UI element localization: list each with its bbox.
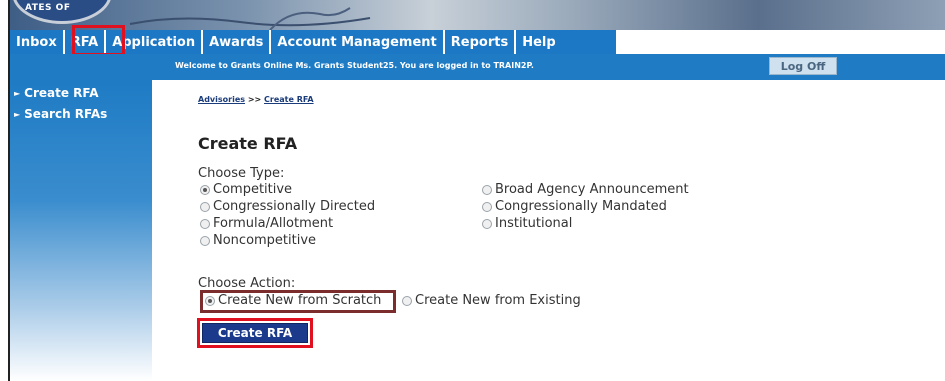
option-label: Formula/Allotment <box>213 216 334 231</box>
header-banner: ATES OF <box>10 0 945 30</box>
radio-button-icon[interactable] <box>200 218 210 229</box>
welcome-bar: Welcome to Grants Online Ms. Grants Stud… <box>10 54 945 80</box>
sidebar-item-label: Search RFAs <box>24 107 108 121</box>
tab-reports[interactable]: Reports <box>445 30 517 54</box>
type-option-formula-allotment[interactable]: Formula/Allotment <box>200 216 333 231</box>
agency-seal: ATES OF <box>12 0 112 24</box>
choose-action-label: Choose Action: <box>198 276 296 291</box>
tab-account-management[interactable]: Account Management <box>271 30 445 54</box>
radio-button-icon[interactable] <box>402 295 412 306</box>
tab-inbox[interactable]: Inbox <box>10 30 65 54</box>
sidebar-item-create-rfa[interactable]: ► Create RFA <box>14 86 99 100</box>
tab-awards[interactable]: Awards <box>203 30 272 54</box>
breadcrumb-current-link[interactable]: Create RFA <box>264 95 314 104</box>
option-label: Competitive <box>213 182 293 197</box>
type-option-broad-agency-announcement[interactable]: Broad Agency Announcement <box>482 182 689 197</box>
radio-button-icon[interactable] <box>205 295 215 306</box>
radio-button-icon[interactable] <box>482 218 492 229</box>
app-frame: ATES OF Inbox RFA Application Awards Acc… <box>8 0 945 381</box>
main-content: Advisories >> Create RFA Create RFA Choo… <box>152 80 945 381</box>
banner-graphic <box>129 7 371 30</box>
option-label: Noncompetitive <box>213 233 317 248</box>
log-off-button[interactable]: Log Off <box>769 57 837 75</box>
sidebar: ► Create RFA ► Search RFAs <box>10 80 152 381</box>
type-option-congressionally-mandated[interactable]: Congressionally Mandated <box>482 199 667 214</box>
type-option-institutional[interactable]: Institutional <box>482 216 572 231</box>
type-option-noncompetitive[interactable]: Noncompetitive <box>200 233 316 248</box>
main-nav: Inbox RFA Application Awards Account Man… <box>10 30 945 54</box>
choose-type-label: Choose Type: <box>198 166 285 181</box>
type-option-competitive[interactable]: Competitive <box>200 182 292 197</box>
option-label: Create New from Existing <box>415 293 581 308</box>
radio-button-icon[interactable] <box>200 201 210 212</box>
page-title: Create RFA <box>198 134 298 153</box>
action-option-new-from-existing[interactable]: Create New from Existing <box>402 293 581 308</box>
chevron-right-icon: ► <box>14 89 21 98</box>
breadcrumb: Advisories >> Create RFA <box>198 95 314 104</box>
create-rfa-button[interactable]: Create RFA <box>202 323 308 343</box>
sidebar-item-label: Create RFA <box>24 86 99 100</box>
welcome-message: Welcome to Grants Online Ms. Grants Stud… <box>175 61 534 70</box>
tab-help[interactable]: Help <box>516 30 561 54</box>
radio-button-icon[interactable] <box>200 235 210 246</box>
sidebar-item-search-rfas[interactable]: ► Search RFAs <box>14 107 107 121</box>
rfa-tab-highlight <box>72 25 125 56</box>
breadcrumb-separator: >> <box>247 95 262 104</box>
option-label: Broad Agency Announcement <box>495 182 689 197</box>
seal-text: ATES OF <box>25 3 71 13</box>
option-label: Congressionally Mandated <box>495 199 667 214</box>
chevron-right-icon: ► <box>14 110 21 119</box>
radio-button-icon[interactable] <box>200 184 210 195</box>
action-option-new-from-scratch[interactable]: Create New from Scratch <box>205 293 381 308</box>
breadcrumb-advisories-link[interactable]: Advisories <box>198 95 245 104</box>
radio-button-icon[interactable] <box>482 184 492 195</box>
type-option-congressionally-directed[interactable]: Congressionally Directed <box>200 199 375 214</box>
option-label: Institutional <box>495 216 573 231</box>
option-label: Congressionally Directed <box>213 199 376 214</box>
radio-button-icon[interactable] <box>482 201 492 212</box>
option-label: Create New from Scratch <box>218 293 382 308</box>
